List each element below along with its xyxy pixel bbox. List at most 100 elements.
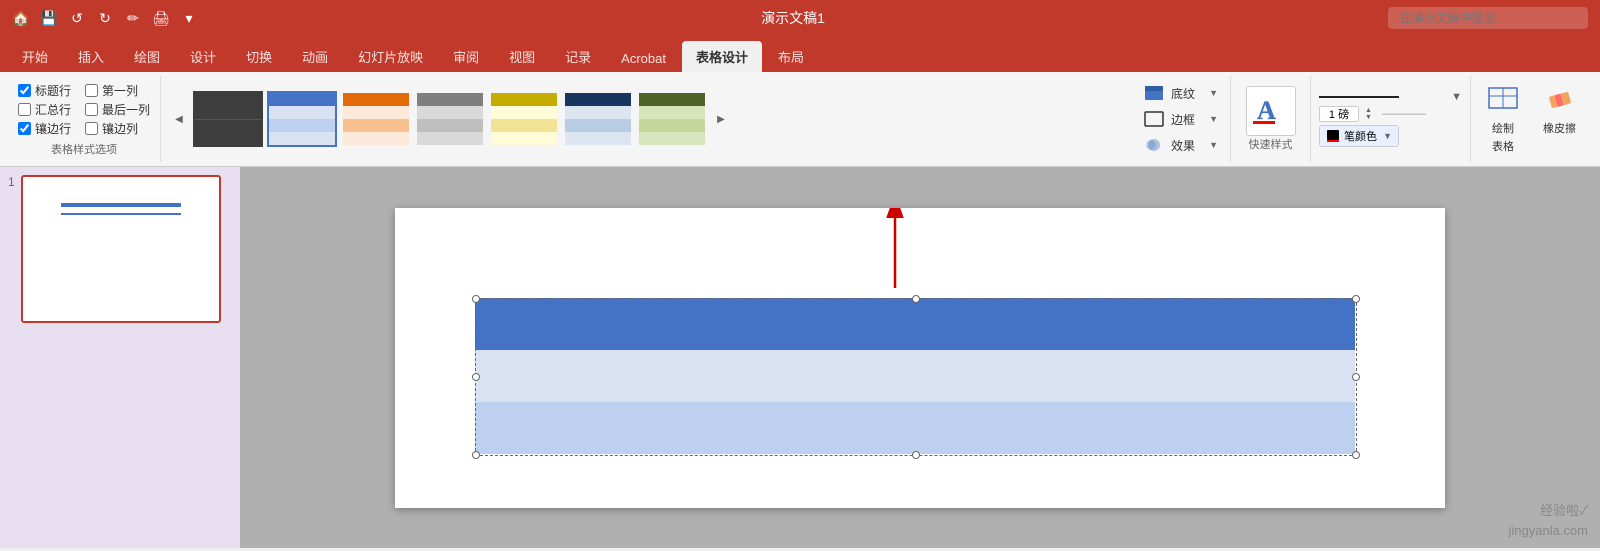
shading-icon [1143,84,1165,102]
shading-dropdown-icon: ▼ [1209,88,1218,98]
save-icon[interactable]: 💾 [40,9,58,27]
last-col-label: 最后一列 [102,101,150,118]
eraser-button[interactable]: 橡皮擦 [1535,80,1584,158]
tab-transition[interactable]: 切换 [232,41,286,72]
style-yellow[interactable] [489,91,559,147]
banded-rows-checkbox[interactable] [18,122,31,135]
search-input[interactable] [1388,7,1588,29]
print-icon[interactable]: 🖨 [152,9,170,27]
pen-weight-row: 1 磅 ▲ ▼ ———— [1319,106,1462,122]
total-row-option: 汇总行 [18,101,83,118]
tab-start[interactable]: 开始 [8,41,62,72]
effect-label: 效果 [1171,137,1195,154]
tab-layout[interactable]: 布局 [764,41,818,72]
draw-section: 绘制 表格 橡皮擦 [1471,76,1592,162]
header-row-label: 标题行 [35,82,71,99]
last-col-option: 最后一列 [85,101,150,118]
tab-slideshow[interactable]: 幻灯片放映 [344,41,437,72]
pen-weight-input[interactable]: 1 磅 [1319,106,1359,122]
table-header-row [475,298,1355,350]
table-cell [475,298,768,350]
redo-icon[interactable]: ↻ [96,9,114,27]
first-col-label: 第一列 [102,82,138,99]
effect-dropdown-icon: ▼ [1209,140,1218,150]
pen-section: ▼ 1 磅 ▲ ▼ ———— 笔颜色 ▼ [1311,76,1471,162]
ribbon-content: 标题行 第一列 汇总行 最后一列 镶边行 镶边列 表格样式 [0,72,1600,167]
banded-rows-option: 镶边行 [18,120,83,137]
banded-cols-checkbox[interactable] [85,122,98,135]
slide-thumb-decoration2 [61,213,181,215]
edit-icon[interactable]: ✏ [124,9,142,27]
table-cell [1062,298,1355,350]
table-cell [1062,350,1355,402]
style-orange[interactable] [341,91,411,147]
svg-text:A: A [1257,96,1276,125]
tab-design[interactable]: 设计 [176,41,230,72]
style-lightblue[interactable] [563,91,633,147]
table-cell [768,350,1061,402]
tab-table-design[interactable]: 表格设计 [682,41,762,72]
quick-styles-section: A A 快速样式 [1231,76,1311,162]
table-body-row2 [475,402,1355,454]
home-icon[interactable]: 🏠 [12,9,30,27]
header-row-checkbox[interactable] [18,84,31,97]
quick-styles-label: 快速样式 [1249,136,1293,152]
tab-insert[interactable]: 插入 [64,41,118,72]
table-cell [475,402,768,454]
style-green[interactable] [637,91,707,147]
tab-view[interactable]: 视图 [495,41,549,72]
draw-table-button[interactable]: 绘制 表格 [1479,80,1527,158]
pen-line-style-row: ▼ [1319,91,1462,103]
first-col-option: 第一列 [85,82,150,99]
table-styles-section: ◀ [161,76,1131,162]
pen-line-style-dropdown-icon[interactable]: ▼ [1451,91,1462,103]
pen-color-row: 笔颜色 ▼ [1319,125,1462,147]
slide-page [395,208,1445,508]
more-icon[interactable]: ▾ [180,9,198,27]
first-col-checkbox[interactable] [85,84,98,97]
shading-button[interactable]: 底纹 ▼ [1139,82,1222,104]
tab-acrobat[interactable]: Acrobat [607,45,680,72]
table-cell [768,402,1061,454]
banded-rows-label: 镶边行 [35,120,71,137]
border-label: 边框 [1171,111,1195,128]
document-title: 演示文稿1 [198,8,1388,28]
effects-section: 底纹 ▼ 边框 ▼ 效果 ▼ [1131,76,1231,162]
tab-animation[interactable]: 动画 [288,41,342,72]
pen-color-button[interactable]: 笔颜色 ▼ [1319,125,1399,147]
border-button[interactable]: 边框 ▼ [1139,108,1222,130]
tab-record[interactable]: 记录 [551,41,605,72]
draw-table-label2: 表格 [1492,138,1514,154]
tab-draw[interactable]: 绘图 [120,41,174,72]
total-row-checkbox[interactable] [18,103,31,116]
style-blue-selected[interactable] [267,91,337,147]
table-body-row1 [475,350,1355,402]
styles-scroll-prev[interactable]: ◀ [169,114,189,125]
title-bar-icons: 🏠 💾 ↺ ↻ ✏ 🖨 ▾ [12,9,198,27]
style-gray[interactable] [415,91,485,147]
quick-style-icon-a: A A [1246,86,1296,136]
watermark-line1: 经验啦✓ [1509,501,1589,521]
watermark-line2: jingyanla.com [1509,521,1589,541]
effect-icon [1143,136,1165,154]
style-dark[interactable] [193,91,263,147]
styles-scroll-next[interactable]: ▶ [711,114,731,125]
effect-button[interactable]: 效果 ▼ [1139,134,1222,156]
arrow-annotation [795,208,995,298]
draw-table-icon [1487,84,1519,118]
slide-thumb-decoration1 [61,203,181,207]
table-options-label: 表格样式选项 [18,141,150,157]
tab-review[interactable]: 审阅 [439,41,493,72]
eraser-label: 橡皮擦 [1543,120,1576,136]
pen-color-dropdown-icon: ▼ [1383,131,1392,141]
undo-icon[interactable]: ↺ [68,9,86,27]
pen-weight-spinner[interactable]: ▲ ▼ [1365,107,1372,121]
title-bar: 🏠 💾 ↺ ↻ ✏ 🖨 ▾ 演示文稿1 [0,0,1600,36]
slide-table[interactable] [475,298,1355,454]
slide-thumbnail[interactable] [21,175,221,323]
shading-label: 底纹 [1171,85,1195,102]
last-col-checkbox[interactable] [85,103,98,116]
border-icon [1143,110,1165,128]
main-area: 1 [0,167,1600,548]
border-dropdown-icon: ▼ [1209,114,1218,124]
